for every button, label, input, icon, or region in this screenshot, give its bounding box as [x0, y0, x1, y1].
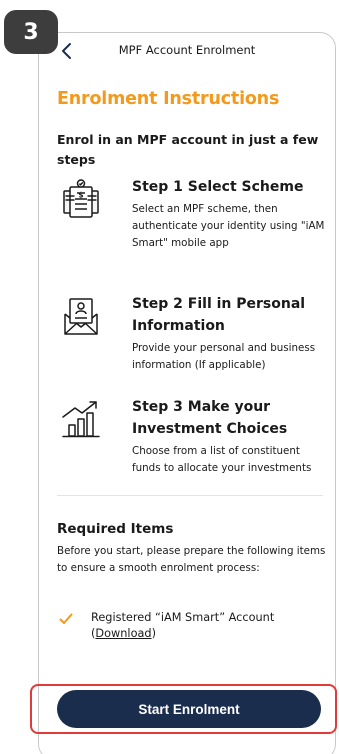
download-link[interactable]: Download	[95, 627, 151, 640]
navigation-bar: MPF Account Enrolment	[39, 33, 335, 69]
scheme-document-icon: $	[63, 179, 99, 218]
step-2-title: Step 2 Fill in Personal Information	[132, 296, 306, 334]
start-enrolment-button[interactable]: Start Enrolment	[57, 690, 321, 728]
step-number-badge: 3	[4, 10, 58, 54]
iam-smart-account-label: Registered “iAM Smart” Account	[91, 611, 275, 624]
step-2-description: Provide your personal and business infor…	[132, 342, 316, 371]
instructions-heading: Enrolment Instructions	[57, 89, 280, 109]
link-close-paren: )	[151, 627, 156, 640]
step-1-title: Step 1 Select Scheme	[132, 179, 304, 195]
instructions-subheading: Enrol in an MPF account in just a few st…	[57, 132, 319, 167]
section-divider	[57, 495, 323, 496]
svg-text:$: $	[78, 191, 83, 200]
investment-chart-icon	[62, 401, 100, 438]
page-title: MPF Account Enrolment	[118, 43, 256, 57]
checkmark-icon	[59, 613, 73, 624]
required-item-text: Registered “iAM Smart” Account (Download…	[91, 610, 321, 642]
step-3-title: Step 3 Make your Investment Choices	[132, 399, 288, 437]
step-3-description: Choose from a list of constituent funds …	[132, 445, 312, 474]
personal-info-envelope-icon	[64, 298, 98, 335]
required-items-description: Before you start, please prepare the fol…	[57, 545, 326, 574]
required-items-title: Required Items	[57, 521, 174, 537]
required-item: Registered “iAM Smart” Account (Download…	[57, 610, 327, 646]
phone-screen: MPF Account Enrolment Enrolment Instruct…	[38, 32, 336, 754]
step-1-description: Select an MPF scheme, then authenticate …	[132, 203, 325, 249]
